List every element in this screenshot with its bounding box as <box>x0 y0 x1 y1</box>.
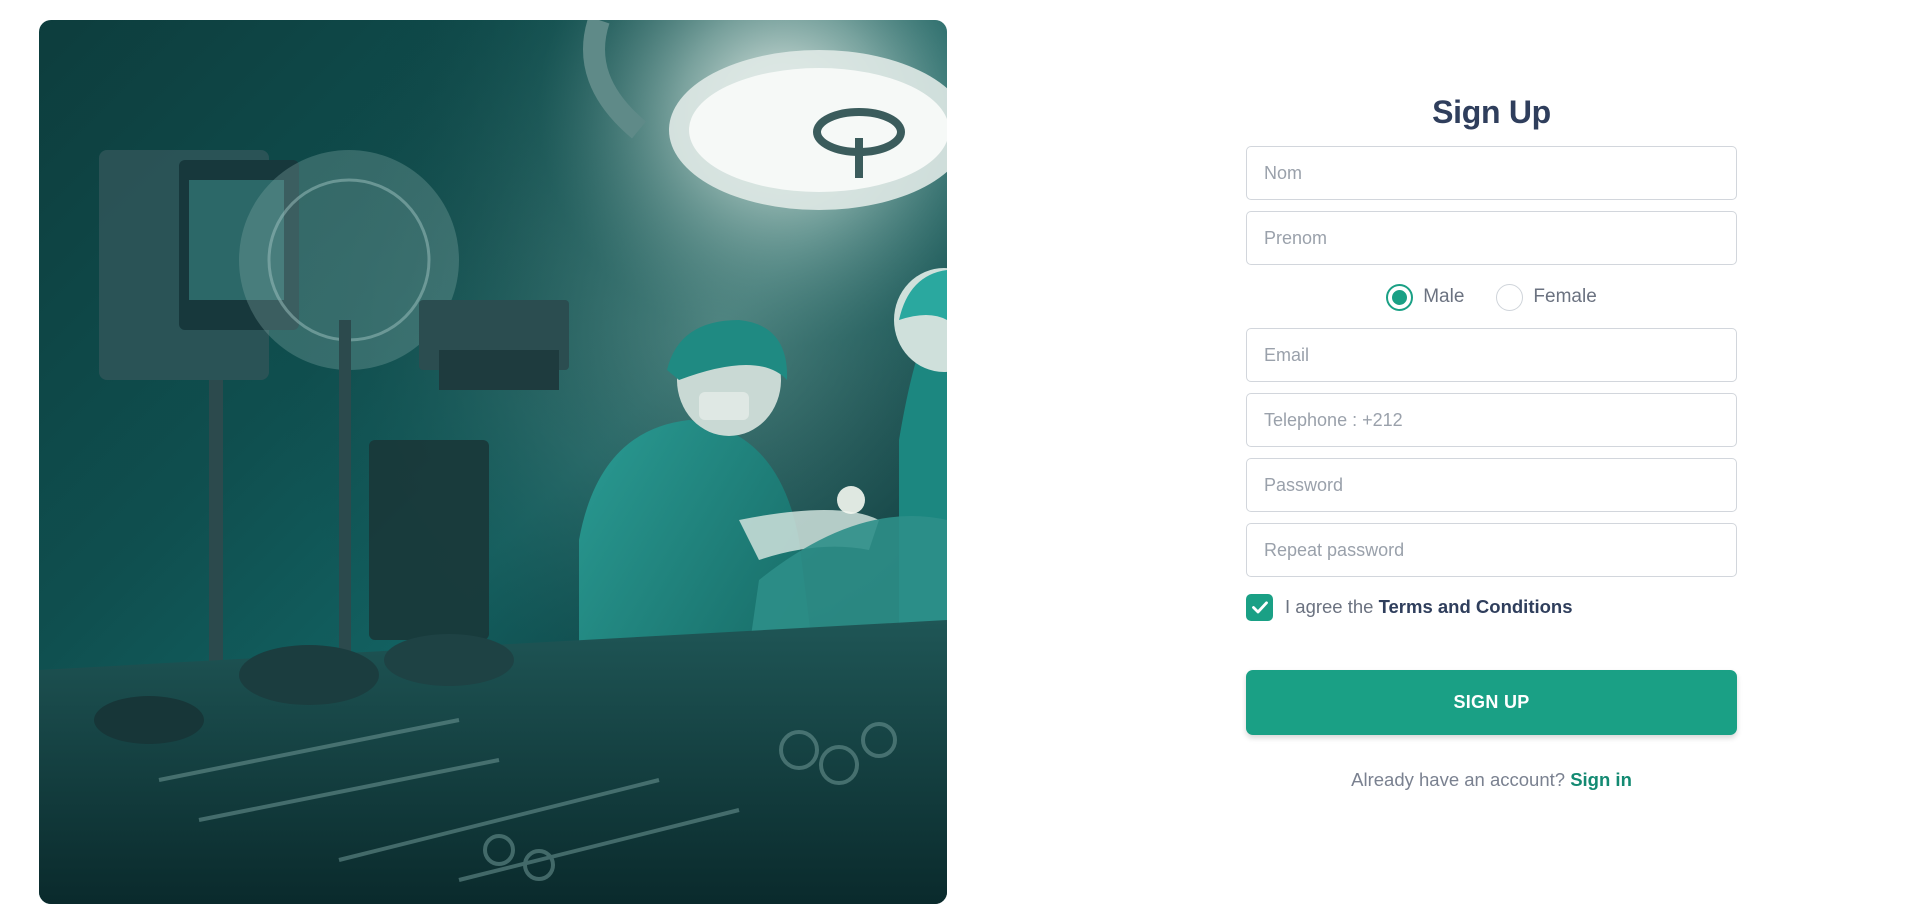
gender-option-female[interactable]: Female <box>1496 283 1597 311</box>
female-label: Female <box>1533 286 1597 307</box>
terms-checkbox[interactable] <box>1246 593 1273 621</box>
signin-link[interactable]: Sign in <box>1570 769 1632 790</box>
prenom-input[interactable] <box>1246 211 1737 265</box>
nom-input[interactable] <box>1246 146 1737 200</box>
terms-label: I agree the Terms and Conditions <box>1285 596 1573 618</box>
signin-row: Already have an account? Sign in <box>1246 769 1737 791</box>
signin-prompt: Already have an account? <box>1351 769 1571 790</box>
gender-option-male[interactable]: Male <box>1386 283 1465 311</box>
gender-radio-group: Male Female <box>1246 267 1737 327</box>
repeat-password-input[interactable] <box>1246 523 1737 577</box>
terms-prefix: I agree the <box>1285 596 1379 617</box>
terms-link[interactable]: Terms and Conditions <box>1379 596 1573 617</box>
email-input[interactable] <box>1246 328 1737 382</box>
page-title: Sign Up <box>1432 94 1551 130</box>
female-radio[interactable] <box>1496 283 1524 311</box>
hero-image <box>39 20 947 904</box>
password-input[interactable] <box>1246 458 1737 512</box>
signup-form: Sign Up Male Female <box>1246 90 1737 791</box>
signup-button[interactable]: SIGN UP <box>1246 670 1737 735</box>
signup-page: Sign Up Male Female <box>0 0 1920 916</box>
male-radio[interactable] <box>1386 283 1414 311</box>
check-icon <box>1251 600 1268 613</box>
telephone-input[interactable] <box>1246 393 1737 447</box>
operating-room-illustration <box>39 20 947 904</box>
male-label: Male <box>1423 286 1465 307</box>
terms-row: I agree the Terms and Conditions <box>1246 592 1737 622</box>
